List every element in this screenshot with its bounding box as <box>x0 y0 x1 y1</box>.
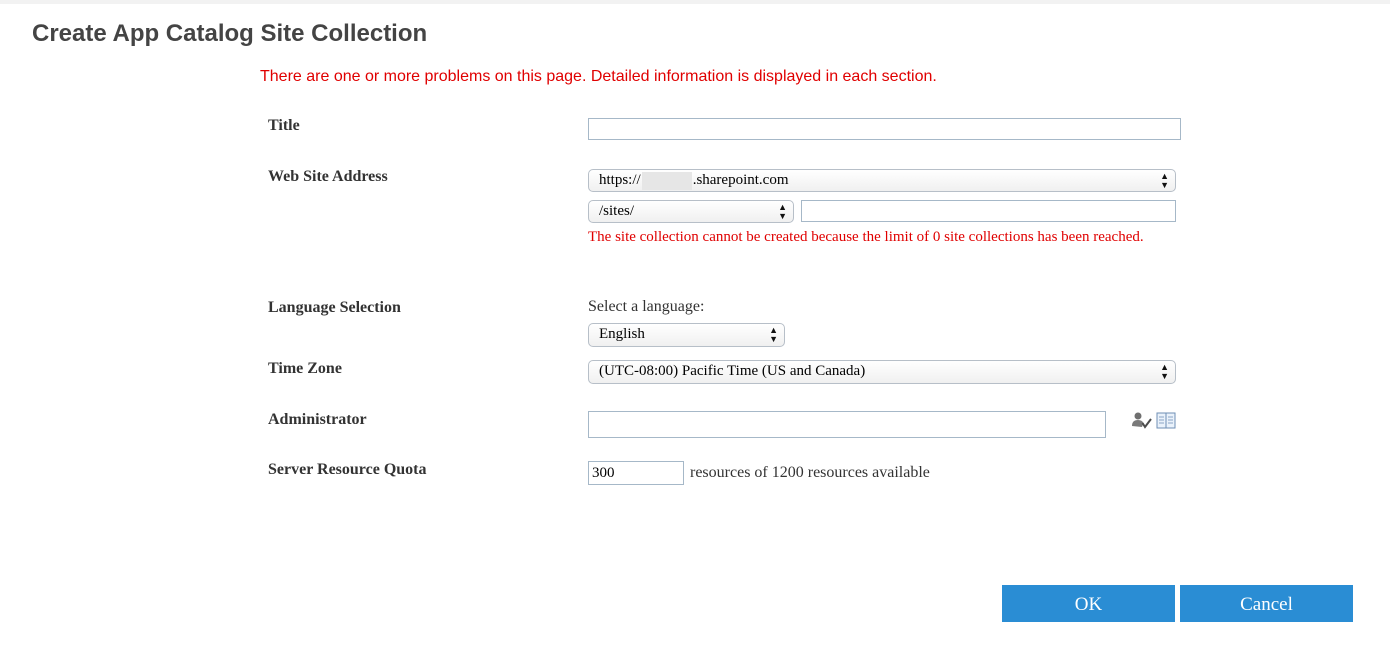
select-arrows-icon: ▲ ▼ <box>1160 362 1169 381</box>
quota-input[interactable] <box>588 461 684 485</box>
site-url-input[interactable] <box>801 200 1176 222</box>
time-zone-selected: (UTC-08:00) Pacific Time (US and Canada) <box>599 363 866 379</box>
language-selected: English <box>599 326 645 342</box>
title-input[interactable] <box>588 118 1181 140</box>
select-arrows-icon: ▲ ▼ <box>769 325 778 344</box>
ok-button[interactable]: OK <box>1002 585 1175 622</box>
administrator-input[interactable] <box>588 411 1106 438</box>
server-resource-quota-label: Server Resource Quota <box>268 461 427 478</box>
domain-suffix: .sharepoint.com <box>692 172 789 188</box>
quota-available-text: resources of 1200 resources available <box>690 464 930 481</box>
page-title: Create App Catalog Site Collection <box>32 20 428 47</box>
language-select[interactable]: English ▲ ▼ <box>588 323 785 347</box>
path-select[interactable]: /sites/ ▲ ▼ <box>588 200 794 223</box>
address-book-icon[interactable] <box>1156 412 1177 430</box>
domain-prefix: https:// <box>599 172 641 188</box>
page-error-summary: There are one or more problems on this p… <box>260 68 937 85</box>
select-arrows-icon: ▲ ▼ <box>1160 170 1169 190</box>
domain-select[interactable]: https:// .sharepoint.com ▲ ▼ <box>588 169 1176 192</box>
cancel-button[interactable]: Cancel <box>1180 585 1353 622</box>
time-zone-select[interactable]: (UTC-08:00) Pacific Time (US and Canada)… <box>588 360 1176 384</box>
select-arrows-icon: ▲ ▼ <box>778 201 787 221</box>
title-label: Title <box>268 117 300 134</box>
web-site-address-label: Web Site Address <box>268 168 388 185</box>
language-selection-label: Language Selection <box>268 299 401 316</box>
time-zone-label: Time Zone <box>268 360 342 377</box>
web-site-address-error: The site collection cannot be created be… <box>588 229 1144 245</box>
top-divider <box>0 0 1390 4</box>
language-hint: Select a language: <box>588 298 705 315</box>
path-option: /sites/ <box>599 203 635 219</box>
check-names-icon[interactable] <box>1131 411 1153 431</box>
redacted-tenant-name <box>641 171 692 190</box>
administrator-label: Administrator <box>268 411 367 428</box>
